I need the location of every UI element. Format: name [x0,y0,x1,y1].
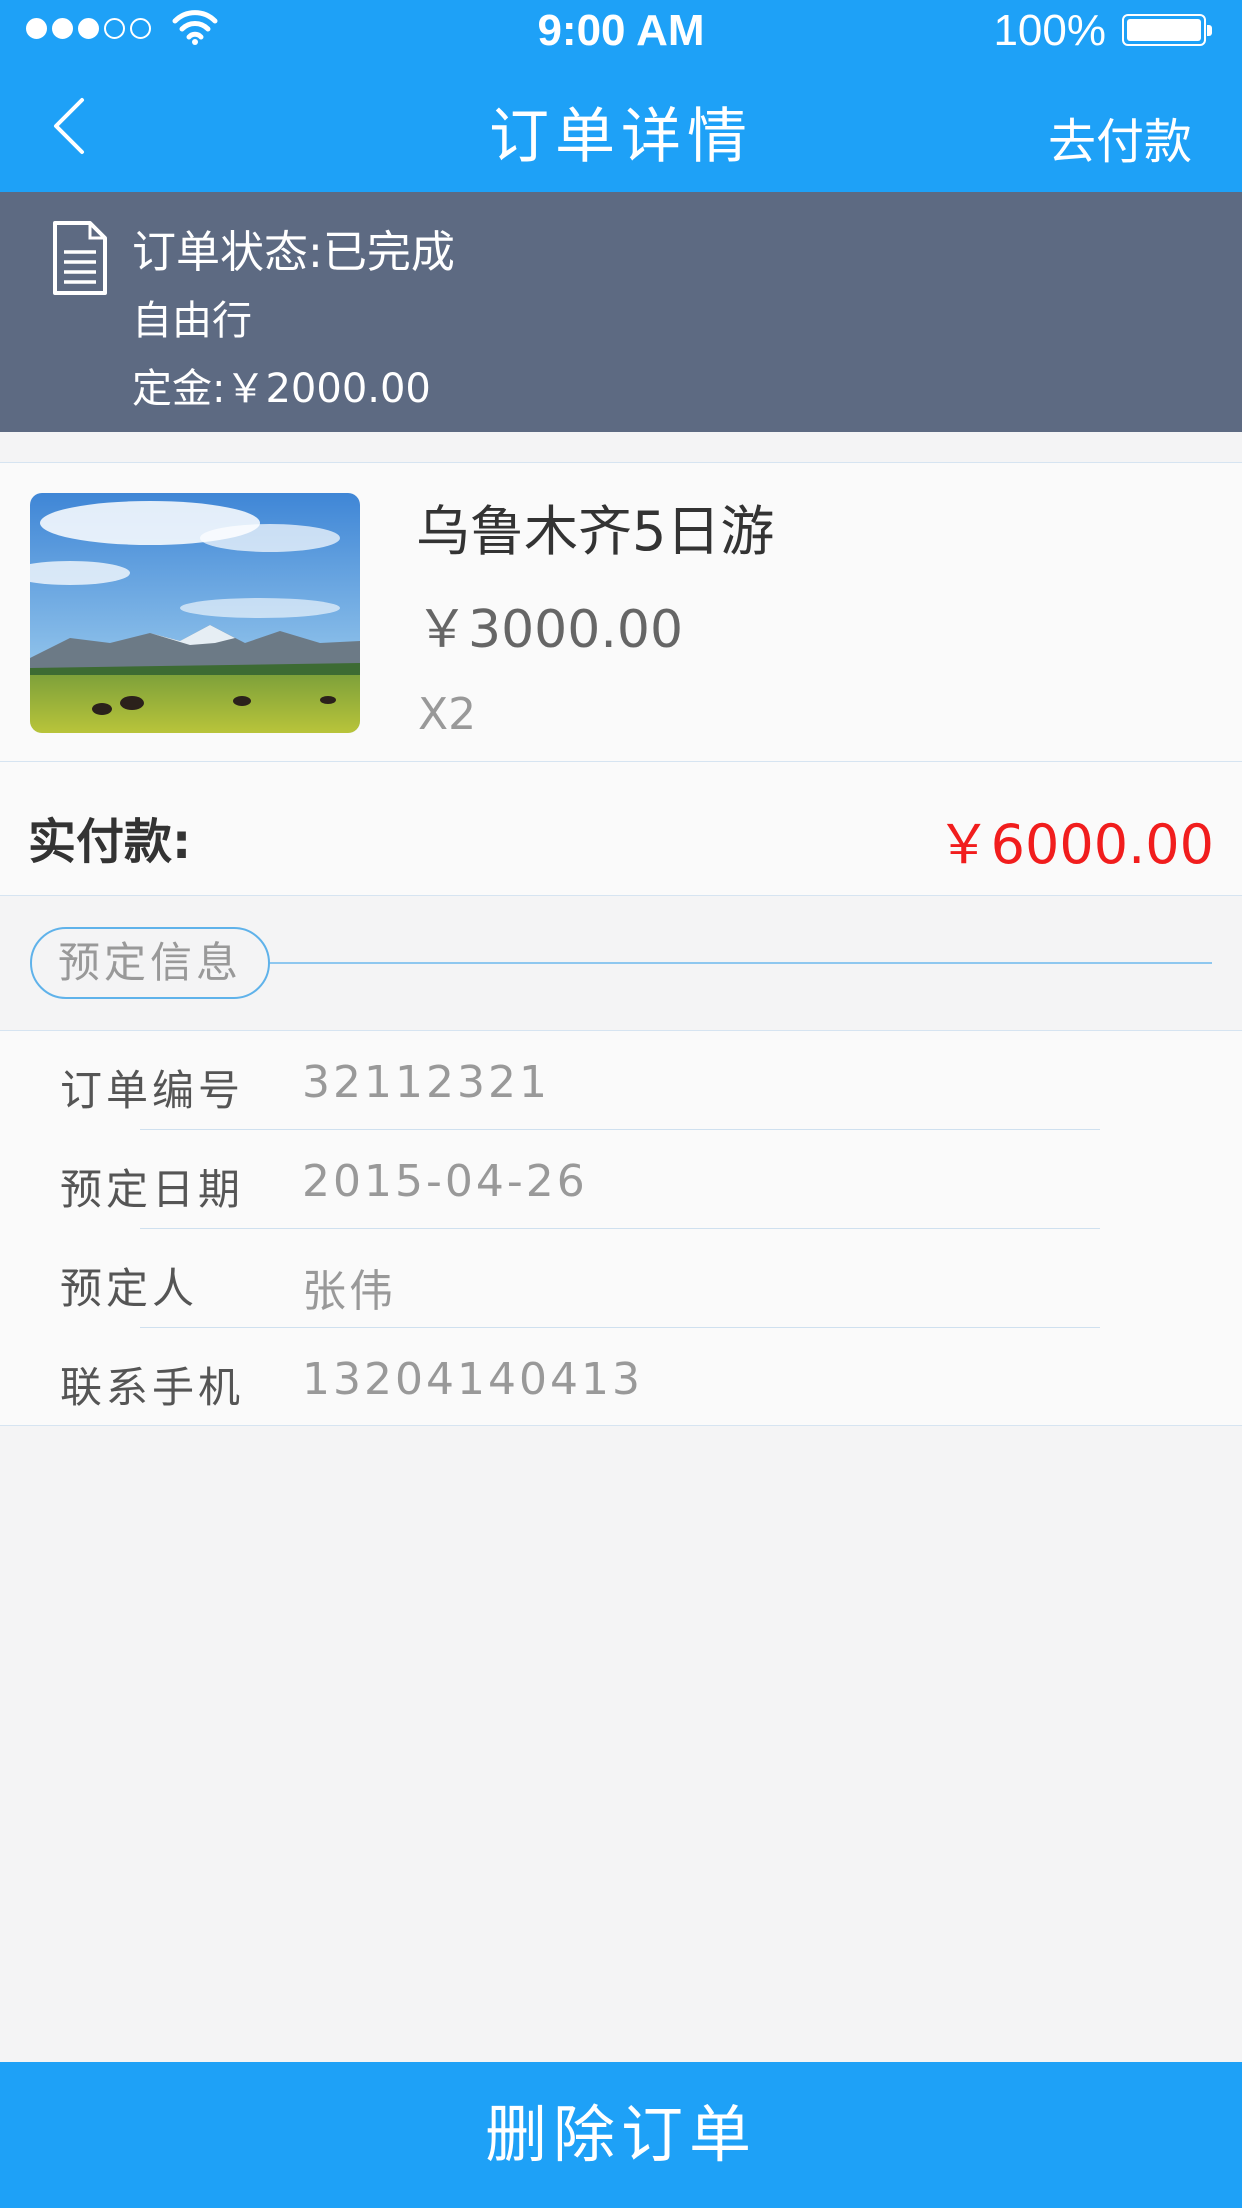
product-name: 乌鲁木齐5日游 [416,500,775,563]
info-row-booking-date: 预定日期 2015-04-26 [0,1130,1242,1229]
delete-order-button[interactable]: 删除订单 [0,2062,1242,2208]
info-value: 32112321 [302,1057,550,1108]
battery-percentage: 100% [993,6,1106,55]
top-header: 9:00 AM 100% 订单详情 去付款 [0,0,1242,192]
info-value: 13204140413 [302,1354,643,1405]
product-price: ￥3000.00 [416,600,684,660]
landscape-image [30,493,360,733]
document-icon [53,221,107,295]
order-type-text: 自由行 [132,298,252,344]
product-thumbnail [30,493,360,733]
paid-amount: ￥6000.00 [936,813,1214,876]
info-value: 2015-04-26 [302,1156,588,1207]
status-bar: 9:00 AM 100% [0,0,1242,60]
paid-amount-row: 实付款: ￥6000.00 [0,762,1242,896]
booking-info-list: 订单编号 32112321 预定日期 2015-04-26 预定人 张伟 联系手… [0,1030,1242,1426]
order-status-panel: 订单状态:已完成 自由行 定金:￥2000.00 [0,192,1242,432]
go-pay-button[interactable]: 去付款 [1048,102,1192,172]
battery-icon [1122,14,1212,46]
section-title-booking-info: 预定信息 [30,927,270,999]
info-value: 张伟 [302,1266,396,1317]
paid-label: 实付款: [28,814,192,870]
info-label: 预定日期 [60,1165,245,1214]
deposit-text: 定金:￥2000.00 [132,366,431,412]
product-quantity: X2 [418,689,477,740]
info-label: 订单编号 [60,1066,245,1115]
product-card[interactable]: 乌鲁木齐5日游 ￥3000.00 X2 [0,462,1242,762]
info-row-phone: 联系手机 13204140413 [0,1328,1242,1427]
info-row-order-number: 订单编号 32112321 [0,1031,1242,1130]
info-label: 联系手机 [60,1363,245,1412]
order-status-text: 订单状态:已完成 [132,227,455,278]
nav-bar: 订单详情 去付款 [0,60,1242,192]
section-divider [268,962,1212,964]
info-row-booker: 预定人 张伟 [0,1229,1242,1328]
info-label: 预定人 [60,1264,199,1313]
